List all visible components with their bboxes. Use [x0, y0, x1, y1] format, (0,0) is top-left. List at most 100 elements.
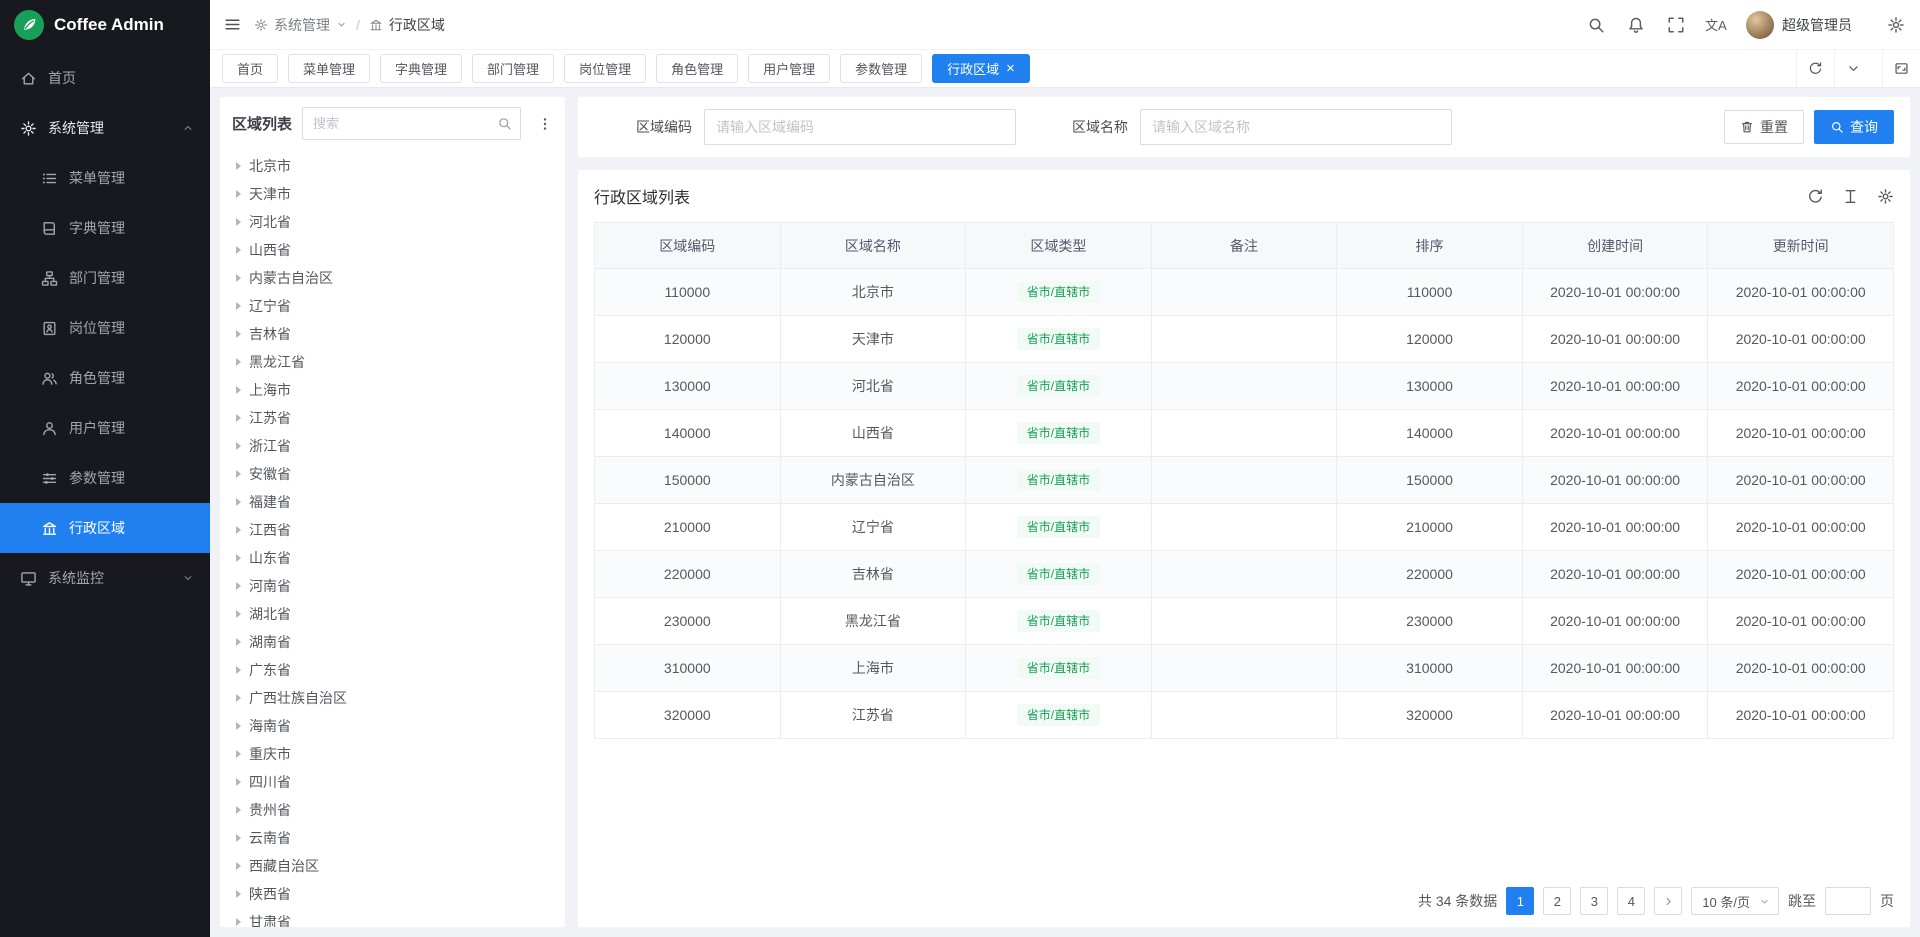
caret-right-icon[interactable]	[236, 638, 241, 646]
tab[interactable]: 首页	[222, 54, 278, 83]
locale-switch-button[interactable]: 文A	[1696, 0, 1736, 49]
tree-item[interactable]: 河北省	[228, 208, 563, 236]
caret-right-icon[interactable]	[236, 470, 241, 478]
tree-item[interactable]: 西藏自治区	[228, 852, 563, 880]
caret-right-icon[interactable]	[236, 302, 241, 310]
tree-item[interactable]: 贵州省	[228, 796, 563, 824]
tree-item[interactable]: 辽宁省	[228, 292, 563, 320]
tree-item[interactable]: 广东省	[228, 656, 563, 684]
table-row[interactable]: 310000 上海市 省市/直辖市 310000 2020-10-01 00:0…	[595, 645, 1894, 692]
caret-right-icon[interactable]	[236, 358, 241, 366]
tree-item[interactable]: 黑龙江省	[228, 348, 563, 376]
sidebar-item-home[interactable]: 首页	[0, 53, 210, 103]
tree-item[interactable]: 河南省	[228, 572, 563, 600]
caret-right-icon[interactable]	[236, 890, 241, 898]
region-name-input[interactable]	[1140, 109, 1452, 145]
sidebar-item-role-mgmt[interactable]: 角色管理	[0, 353, 210, 403]
sidebar-item-menu-mgmt[interactable]: 菜单管理	[0, 153, 210, 203]
tab-refresh-button[interactable]	[1796, 50, 1834, 87]
sidebar-item-user-mgmt[interactable]: 用户管理	[0, 403, 210, 453]
tree-item[interactable]: 山东省	[228, 544, 563, 572]
caret-right-icon[interactable]	[236, 806, 241, 814]
region-code-input[interactable]	[704, 109, 1016, 145]
table-row[interactable]: 130000 河北省 省市/直辖市 130000 2020-10-01 00:0…	[595, 363, 1894, 410]
tree-item[interactable]: 浙江省	[228, 432, 563, 460]
tab[interactable]: 菜单管理	[288, 54, 370, 83]
global-search-button[interactable]	[1576, 0, 1616, 49]
table-row[interactable]: 220000 吉林省 省市/直辖市 220000 2020-10-01 00:0…	[595, 551, 1894, 598]
caret-right-icon[interactable]	[236, 778, 241, 786]
caret-right-icon[interactable]	[236, 666, 241, 674]
content-fullscreen-button[interactable]	[1882, 50, 1920, 87]
caret-right-icon[interactable]	[236, 274, 241, 282]
caret-right-icon[interactable]	[236, 694, 241, 702]
caret-right-icon[interactable]	[236, 918, 241, 926]
caret-right-icon[interactable]	[236, 610, 241, 618]
tree-item[interactable]: 江西省	[228, 516, 563, 544]
tab[interactable]: 参数管理	[840, 54, 922, 83]
caret-right-icon[interactable]	[236, 862, 241, 870]
row-height-button[interactable]	[1842, 188, 1859, 205]
page-button[interactable]: 1	[1506, 887, 1534, 915]
table-row[interactable]: 210000 辽宁省 省市/直辖市 210000 2020-10-01 00:0…	[595, 504, 1894, 551]
tab[interactable]: 部门管理	[472, 54, 554, 83]
page-size-select[interactable]: 10 条/页	[1691, 887, 1779, 915]
user-menu[interactable]: 超级管理员	[1736, 0, 1862, 49]
tree-item[interactable]: 海南省	[228, 712, 563, 740]
tree-item[interactable]: 陕西省	[228, 880, 563, 908]
sidebar-item-param-mgmt[interactable]: 参数管理	[0, 453, 210, 503]
tab[interactable]: 用户管理	[748, 54, 830, 83]
table-row[interactable]: 320000 江苏省 省市/直辖市 320000 2020-10-01 00:0…	[595, 692, 1894, 739]
tab-close-icon[interactable]: ×	[1006, 61, 1015, 76]
caret-right-icon[interactable]	[236, 162, 241, 170]
table-row[interactable]: 140000 山西省 省市/直辖市 140000 2020-10-01 00:0…	[595, 410, 1894, 457]
tree-item[interactable]: 四川省	[228, 768, 563, 796]
sidebar-item-region[interactable]: 行政区域	[0, 503, 210, 553]
tree-item[interactable]: 云南省	[228, 824, 563, 852]
caret-right-icon[interactable]	[236, 190, 241, 198]
tree-item[interactable]: 上海市	[228, 376, 563, 404]
sidebar-group-system[interactable]: 系统管理	[0, 103, 210, 153]
sidebar-item-post-mgmt[interactable]: 岗位管理	[0, 303, 210, 353]
sidebar-item-dict-mgmt[interactable]: 字典管理	[0, 203, 210, 253]
tree-item[interactable]: 安徽省	[228, 460, 563, 488]
caret-right-icon[interactable]	[236, 218, 241, 226]
notifications-button[interactable]	[1616, 0, 1656, 49]
tree-item[interactable]: 天津市	[228, 180, 563, 208]
caret-right-icon[interactable]	[236, 246, 241, 254]
tree-item[interactable]: 湖南省	[228, 628, 563, 656]
tree-search-input[interactable]	[313, 116, 490, 131]
table-row[interactable]: 150000 内蒙古自治区 省市/直辖市 150000 2020-10-01 0…	[595, 457, 1894, 504]
next-page-button[interactable]	[1654, 887, 1682, 915]
caret-right-icon[interactable]	[236, 498, 241, 506]
query-button[interactable]: 查询	[1814, 110, 1894, 144]
tab[interactable]: 岗位管理	[564, 54, 646, 83]
table-row[interactable]: 120000 天津市 省市/直辖市 120000 2020-10-01 00:0…	[595, 316, 1894, 363]
tree-item[interactable]: 重庆市	[228, 740, 563, 768]
table-refresh-button[interactable]	[1807, 188, 1824, 205]
jump-page-input[interactable]	[1825, 887, 1871, 915]
tree-item[interactable]: 湖北省	[228, 600, 563, 628]
caret-right-icon[interactable]	[236, 750, 241, 758]
table-row[interactable]: 230000 黑龙江省 省市/直辖市 230000 2020-10-01 00:…	[595, 598, 1894, 645]
tree-item[interactable]: 江苏省	[228, 404, 563, 432]
tree-item[interactable]: 甘肃省	[228, 908, 563, 927]
caret-right-icon[interactable]	[236, 526, 241, 534]
tree-item[interactable]: 吉林省	[228, 320, 563, 348]
app-logo[interactable]: Coffee Admin	[0, 0, 210, 49]
sidebar-item-dept-mgmt[interactable]: 部门管理	[0, 253, 210, 303]
tree-item[interactable]: 福建省	[228, 488, 563, 516]
caret-right-icon[interactable]	[236, 386, 241, 394]
fullscreen-button[interactable]	[1656, 0, 1696, 49]
sidebar-group-monitor[interactable]: 系统监控	[0, 553, 210, 603]
tab-options-button[interactable]	[1834, 50, 1872, 87]
breadcrumb-parent[interactable]: 系统管理	[274, 15, 330, 35]
caret-right-icon[interactable]	[236, 330, 241, 338]
table-row[interactable]: 110000 北京市 省市/直辖市 110000 2020-10-01 00:0…	[595, 269, 1894, 316]
tab[interactable]: 角色管理	[656, 54, 738, 83]
caret-right-icon[interactable]	[236, 834, 241, 842]
caret-right-icon[interactable]	[236, 414, 241, 422]
tree-item[interactable]: 广西壮族自治区	[228, 684, 563, 712]
caret-right-icon[interactable]	[236, 442, 241, 450]
tree-item[interactable]: 北京市	[228, 152, 563, 180]
